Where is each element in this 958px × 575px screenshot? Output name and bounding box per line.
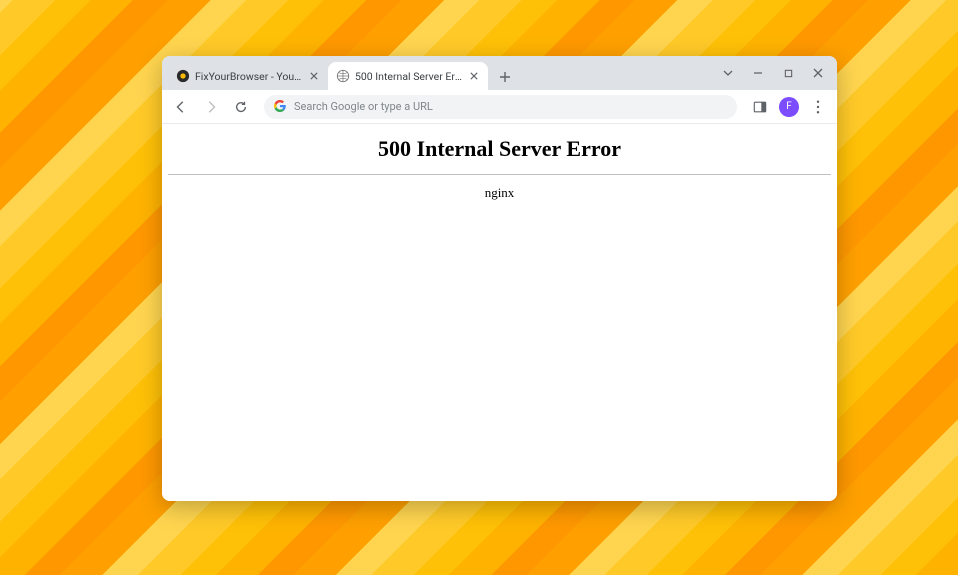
tab-label: FixYourBrowser - Your Trusted S… (195, 70, 303, 83)
tab-strip: FixYourBrowser - Your Trusted S… 500 Int… (162, 56, 713, 90)
close-icon[interactable] (308, 70, 320, 82)
address-bar[interactable]: Search Google or type a URL (264, 95, 737, 119)
close-icon[interactable] (468, 70, 480, 82)
browser-window: FixYourBrowser - Your Trusted S… 500 Int… (162, 56, 837, 501)
page-content: 500 Internal Server Error nginx (162, 124, 837, 501)
new-tab-button[interactable] (492, 64, 518, 90)
avatar-initial: F (786, 101, 792, 112)
server-name: nginx (162, 185, 837, 201)
globe-icon (336, 69, 350, 83)
close-button[interactable] (803, 59, 833, 87)
titlebar: FixYourBrowser - Your Trusted S… 500 Int… (162, 56, 837, 90)
divider (168, 174, 831, 175)
omnibox-placeholder: Search Google or type a URL (294, 100, 727, 113)
forward-button[interactable] (198, 94, 224, 120)
google-icon (274, 97, 286, 116)
reload-button[interactable] (228, 94, 254, 120)
toolbar: Search Google or type a URL F (162, 90, 837, 124)
tab-inactive[interactable]: FixYourBrowser - Your Trusted S… (168, 62, 328, 90)
window-controls (713, 56, 837, 90)
avatar[interactable]: F (779, 97, 799, 117)
error-heading: 500 Internal Server Error (162, 136, 837, 162)
back-button[interactable] (168, 94, 194, 120)
chevron-down-icon[interactable] (713, 59, 743, 87)
side-panel-icon[interactable] (747, 94, 773, 120)
site-icon (176, 69, 190, 83)
maximize-button[interactable] (773, 59, 803, 87)
tab-active[interactable]: 500 Internal Server Error (328, 62, 488, 90)
tab-label: 500 Internal Server Error (355, 70, 463, 83)
minimize-button[interactable] (743, 59, 773, 87)
menu-icon[interactable] (805, 94, 831, 120)
